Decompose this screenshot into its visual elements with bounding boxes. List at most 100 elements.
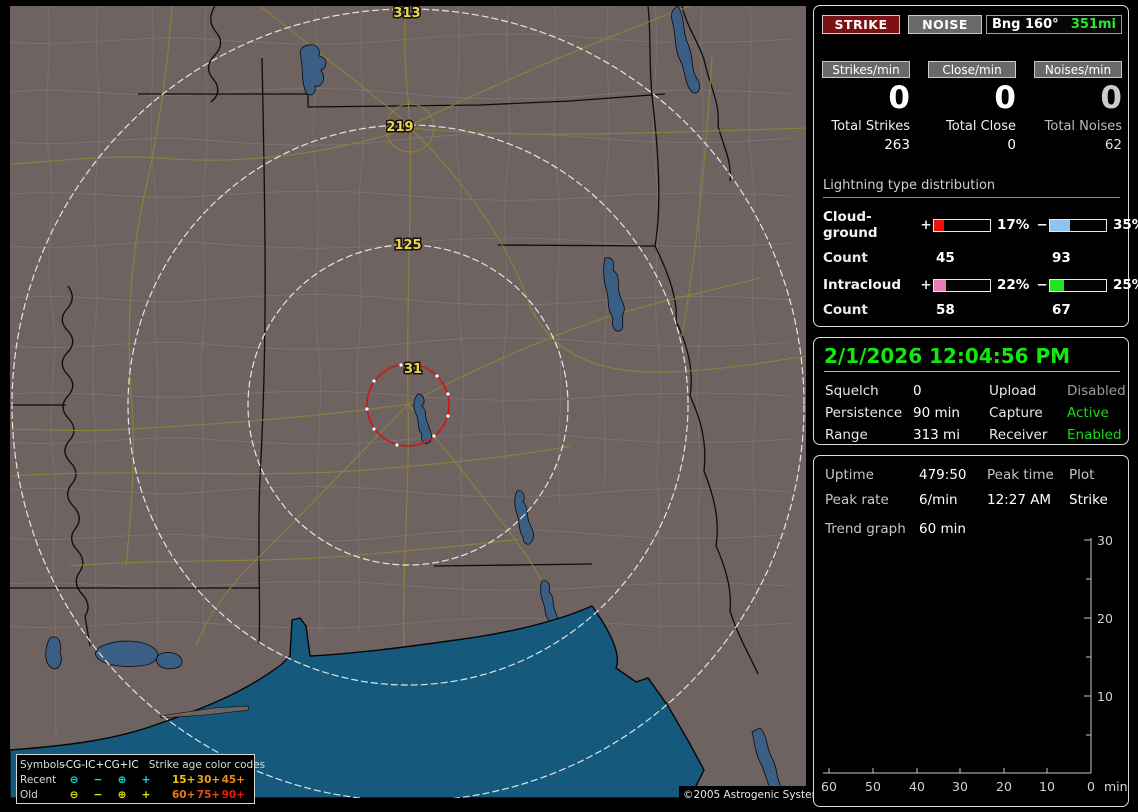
strikes-per-min-chip: Strikes/min bbox=[822, 61, 910, 78]
peak-rate-value: 6/min bbox=[919, 492, 958, 508]
app-root: { "map": { "ring_labels": { "r313": "313… bbox=[0, 0, 1138, 812]
map-legend: Symbols -CG -IC +CG +IC Strike age color… bbox=[16, 754, 265, 804]
ring-label-125: 125 bbox=[394, 238, 421, 253]
x-axis-unit: min bbox=[1104, 779, 1128, 794]
x-tick-40: 40 bbox=[909, 779, 925, 794]
ring-label-313: 313 bbox=[393, 6, 420, 21]
x-tick-0: 0 bbox=[1087, 779, 1095, 794]
cloud-ground-row: Cloud-ground + 17% − 35% bbox=[823, 209, 1138, 241]
noises-counter: Noises/min 0 Total Noises 62 bbox=[1034, 61, 1122, 153]
x-tick-30: 30 bbox=[952, 779, 968, 794]
close-counter: Close/min 0 Total Close 0 bbox=[928, 61, 1016, 153]
close-rate-value: 0 bbox=[994, 80, 1016, 116]
age-30: 30+ bbox=[196, 773, 221, 786]
legend-recent-label: Recent bbox=[20, 773, 57, 786]
trend-graph-chart: 30 20 10 60 50 40 30 20 10 0 min bbox=[821, 533, 1128, 794]
age-45: 45+ bbox=[221, 773, 245, 786]
legend-old-ages: 60+ 75+ 90+ bbox=[158, 789, 251, 801]
mode-row: STRIKE NOISE Bng 160° 351mi bbox=[822, 15, 1122, 34]
plus-sign: + bbox=[920, 217, 932, 233]
legend-old-label: Old bbox=[20, 788, 38, 801]
x-tick-10: 10 bbox=[1039, 779, 1055, 794]
upload-status: Disabled bbox=[1067, 383, 1126, 399]
squelch-label: Squelch bbox=[825, 383, 879, 399]
total-close-value: 0 bbox=[1007, 137, 1016, 153]
uptime-grid: Uptime 479:50 Peak time Plot Peak rate 6… bbox=[825, 467, 1120, 508]
age-60: 60+ bbox=[172, 788, 196, 801]
cg-plus-bar-fill bbox=[934, 219, 944, 231]
y-tick-20: 20 bbox=[1097, 611, 1113, 626]
legend-recent-ages: 15+ 30+ 45+ bbox=[158, 774, 251, 786]
total-strikes-label: Total Strikes bbox=[831, 119, 910, 134]
legend-recent-row: Recent ⊖ − ⊕ + 15+ 30+ 45+ bbox=[20, 772, 251, 787]
minus-sign: − bbox=[1036, 217, 1048, 233]
strike-mode-button[interactable]: STRIKE bbox=[822, 15, 900, 34]
pos-cg-recent-icon: ⊕ bbox=[117, 773, 127, 786]
total-noises-value: 62 bbox=[1104, 137, 1122, 153]
cloud-ground-label: Cloud-ground bbox=[823, 209, 878, 241]
strike-stats-panel: STRIKE NOISE Bng 160° 351mi Strikes/min … bbox=[813, 5, 1138, 327]
intracloud-label: Intracloud bbox=[823, 277, 902, 293]
x-tick-20: 20 bbox=[996, 779, 1012, 794]
plot-value: Strike bbox=[1069, 492, 1108, 508]
cg-plus-bar bbox=[933, 218, 991, 232]
plus-sign: + bbox=[920, 277, 932, 293]
squelch-value: 0 bbox=[913, 383, 922, 399]
peak-time-value: 12:27 AM bbox=[987, 492, 1052, 508]
legend-col-pos-cg: +CG bbox=[95, 758, 120, 771]
ic-minus-bar bbox=[1049, 278, 1107, 292]
age-75: 75+ bbox=[196, 788, 221, 801]
neg-ic-old-icon: − bbox=[93, 788, 103, 801]
datetime-display: 2/1/2026 12:04:56 PM bbox=[824, 344, 1120, 372]
y-tick-10: 10 bbox=[1097, 689, 1113, 704]
intracloud-row: Intracloud + 22% − 25% bbox=[823, 277, 1138, 293]
bearing-readout: Bng 160° 351mi bbox=[986, 15, 1122, 34]
cg-plus-pct: 17% bbox=[997, 217, 1030, 233]
lightning-map[interactable]: 313 219 125 31 Symbols -CG -IC +CG +IC S… bbox=[10, 6, 827, 804]
cg-minus-bar-fill bbox=[1050, 219, 1070, 231]
pos-ic-old-icon: + bbox=[141, 788, 151, 801]
legend-col-pos-ic: +IC bbox=[119, 758, 139, 771]
capture-label: Capture bbox=[989, 405, 1043, 421]
peak-rate-label: Peak rate bbox=[825, 492, 889, 508]
range-value: 313 mi bbox=[913, 427, 960, 443]
ic-plus-pct: 22% bbox=[997, 277, 1030, 293]
trend-panel: Uptime 479:50 Peak time Plot Peak rate 6… bbox=[813, 455, 1129, 807]
copyright-text: ©2005 Astrogenic Systems bbox=[679, 786, 827, 804]
cg-minus-pct: 35% bbox=[1113, 217, 1138, 233]
range-label: Range bbox=[825, 427, 868, 443]
status-panel: 2/1/2026 12:04:56 PM Squelch 0 Upload Di… bbox=[813, 337, 1129, 445]
bearing-label: Bng 160° bbox=[992, 17, 1059, 32]
cg-plus-count: 45 bbox=[936, 250, 955, 266]
persistence-value: 90 min bbox=[913, 405, 960, 421]
uptime-label: Uptime bbox=[825, 467, 874, 483]
cg-minus-count: 93 bbox=[1052, 250, 1071, 266]
legend-header-row: Symbols -CG -IC +CG +IC Strike age color… bbox=[20, 757, 265, 772]
cg-minus-bar bbox=[1049, 218, 1107, 232]
capture-status: Active bbox=[1067, 405, 1109, 421]
rate-counters: Strikes/min 0 Total Strikes 263 Close/mi… bbox=[822, 61, 1122, 153]
legend-col-neg-cg: -CG bbox=[62, 758, 82, 771]
uptime-value: 479:50 bbox=[919, 467, 967, 483]
noise-mode-button[interactable]: NOISE bbox=[908, 15, 982, 34]
strikes-counter: Strikes/min 0 Total Strikes 263 bbox=[822, 61, 910, 153]
plot-label: Plot bbox=[1069, 467, 1095, 483]
strikes-rate-value: 0 bbox=[888, 80, 910, 116]
legend-col-neg-ic: -IC bbox=[81, 758, 96, 771]
map-canvas: 313 219 125 31 bbox=[10, 6, 806, 798]
ic-plus-bar-fill bbox=[934, 279, 947, 291]
age-90: 90+ bbox=[221, 788, 245, 801]
neg-cg-old-icon: ⊖ bbox=[69, 788, 79, 801]
count-label: Count bbox=[823, 302, 868, 318]
ic-plus-count: 58 bbox=[936, 302, 955, 318]
y-tick-30: 30 bbox=[1097, 533, 1113, 548]
total-noises-label: Total Noises bbox=[1044, 119, 1122, 134]
x-tick-50: 50 bbox=[865, 779, 881, 794]
legend-symbols-header: Symbols bbox=[20, 758, 65, 771]
bearing-distance: 351mi bbox=[1070, 17, 1116, 32]
close-per-min-chip: Close/min bbox=[928, 61, 1016, 78]
peak-time-label: Peak time bbox=[987, 467, 1054, 483]
ic-minus-bar-fill bbox=[1050, 279, 1064, 291]
pos-ic-recent-icon: + bbox=[141, 773, 151, 786]
distribution-title: Lightning type distribution bbox=[823, 178, 1120, 198]
